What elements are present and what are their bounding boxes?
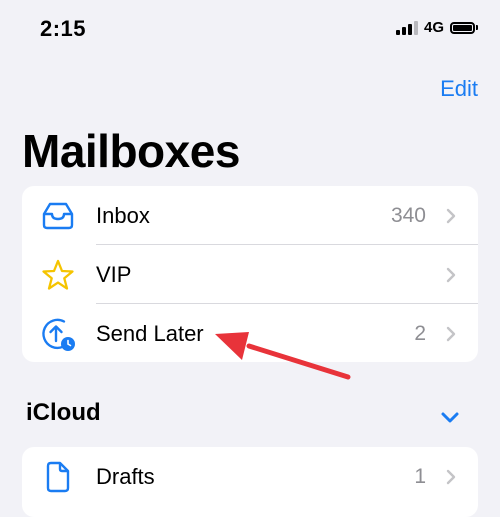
chevron-right-icon: [446, 267, 456, 282]
mailbox-row-vip[interactable]: VIP: [22, 245, 478, 304]
icloud-mailboxes-list: Drafts 1: [22, 447, 478, 517]
mailbox-label: Drafts: [96, 463, 155, 489]
chevron-right-icon: [446, 326, 456, 341]
chevron-right-icon: [446, 469, 456, 484]
document-icon: [39, 458, 77, 496]
mailbox-count: 1: [414, 464, 426, 488]
mailboxes-list: Inbox 340 VIP Send Later 2: [22, 186, 478, 362]
mailbox-label: Send Later: [96, 320, 204, 346]
status-indicators: 4G: [395, 19, 478, 36]
mailbox-row-inbox[interactable]: Inbox 340: [22, 186, 478, 245]
mailbox-count: 340: [390, 203, 426, 227]
chevron-down-icon[interactable]: [440, 410, 460, 424]
inbox-tray-icon: [39, 197, 77, 235]
battery-full-icon: [450, 21, 478, 34]
mailbox-row-send-later[interactable]: Send Later 2: [22, 304, 478, 362]
mailbox-label: VIP: [96, 261, 132, 287]
mailbox-row-drafts[interactable]: Drafts 1: [22, 447, 478, 506]
mailbox-count: 2: [414, 321, 426, 345]
chevron-right-icon: [446, 208, 456, 223]
edit-button[interactable]: Edit: [440, 76, 478, 102]
status-bar: 2:15 4G: [0, 0, 500, 60]
page-title: Mailboxes: [22, 125, 240, 177]
section-header-icloud: iCloud: [26, 399, 101, 426]
cellular-signal-icon: [395, 20, 418, 35]
network-type: 4G: [423, 19, 444, 36]
star-icon: [39, 256, 77, 294]
status-time: 2:15: [40, 16, 87, 41]
send-later-clock-icon: [39, 315, 77, 353]
mailbox-label: Inbox: [96, 202, 150, 228]
